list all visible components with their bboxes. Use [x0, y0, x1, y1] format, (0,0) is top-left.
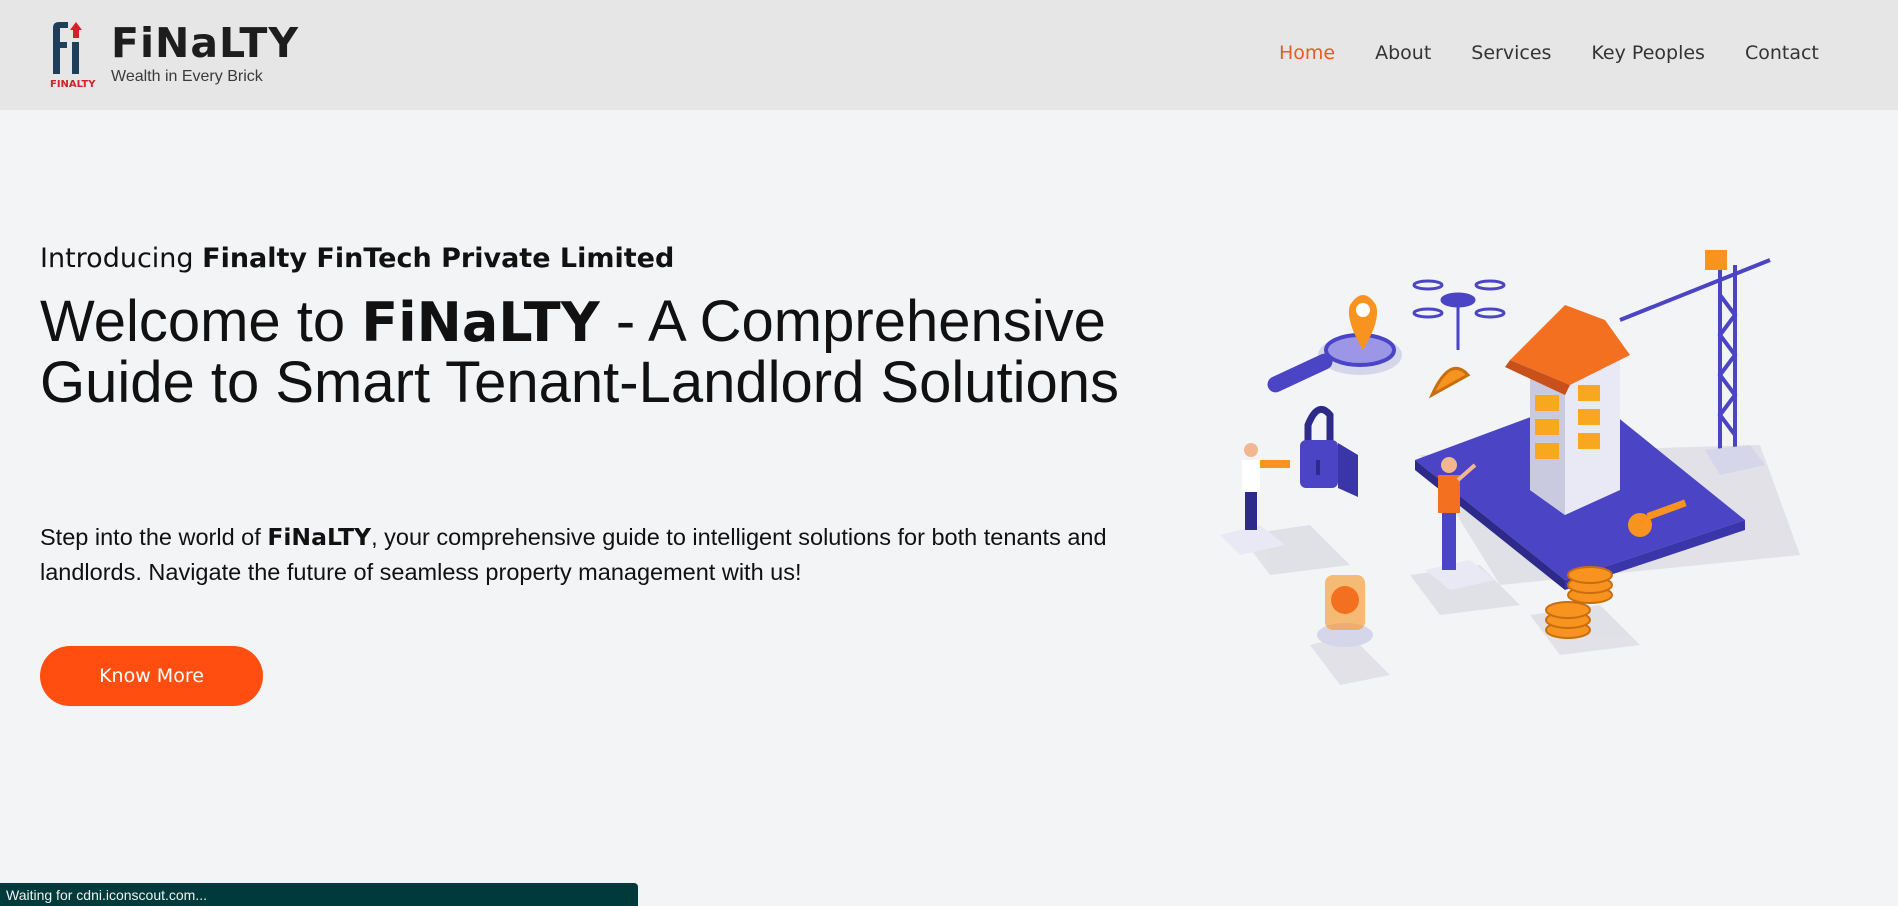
drone-icon — [1412, 279, 1506, 399]
desc-prefix: Step into the world of — [40, 524, 268, 550]
hero-description: Step into the world of FiNaLTY, your com… — [40, 520, 1130, 590]
nav-about[interactable]: About — [1375, 42, 1431, 64]
light-bulb-icon — [1317, 575, 1373, 647]
finalty-logo-icon[interactable]: FINALTY — [50, 18, 98, 90]
intro-company: Finalty FinTech Private Limited — [202, 243, 675, 274]
padlock-icon — [1300, 405, 1358, 497]
site-header: FINALTY FiNaLTY Wealth in Every Brick Ho… — [0, 0, 1898, 110]
main-nav: Home About Services Key Peoples Contact — [1279, 42, 1859, 64]
headline-brand: FiNaLTY — [361, 291, 600, 354]
browser-status-bar: Waiting for cdni.iconscout.com... — [0, 883, 638, 906]
nav-home[interactable]: Home — [1279, 42, 1335, 64]
desc-brand: FiNaLTY — [267, 523, 372, 551]
page: FINALTY FiNaLTY Wealth in Every Brick Ho… — [0, 0, 1898, 906]
hero-headline: Welcome to FiNaLTY - A Comprehensive Gui… — [40, 292, 1130, 413]
intro-prefix: Introducing — [40, 243, 203, 274]
know-more-button[interactable]: Know More — [40, 646, 263, 706]
nav-contact[interactable]: Contact — [1745, 42, 1819, 64]
magnifier-icon — [1267, 295, 1402, 393]
brand-tagline: Wealth in Every Brick — [111, 68, 263, 85]
brand-name[interactable]: FiNaLTY — [111, 20, 299, 66]
logo-small-text: FINALTY — [50, 79, 96, 90]
nav-services[interactable]: Services — [1471, 42, 1551, 64]
nav-key-peoples[interactable]: Key Peoples — [1591, 42, 1705, 64]
hero-intro: Introducing Finalty FinTech Private Limi… — [40, 243, 674, 274]
headline-prefix: Welcome to — [40, 289, 362, 354]
property-illustration — [1220, 250, 1800, 685]
